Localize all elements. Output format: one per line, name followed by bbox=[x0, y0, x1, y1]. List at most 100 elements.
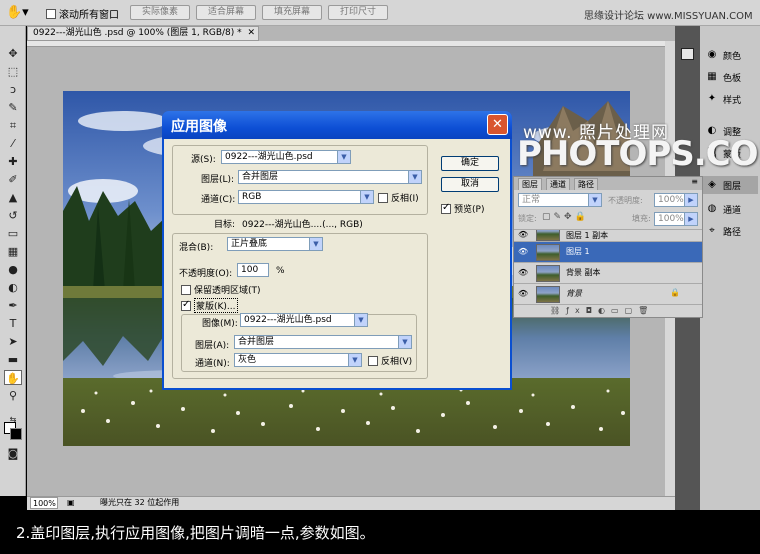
chevron-down-icon: ▼ bbox=[348, 354, 361, 366]
layer-row[interactable]: 👁 背景 🔒 bbox=[514, 283, 702, 304]
mask-layer-select[interactable]: 合并图层 ▼ bbox=[234, 335, 412, 349]
visibility-icon[interactable]: 👁 bbox=[518, 247, 528, 256]
mask-invert-option[interactable]: 反相(V) bbox=[368, 354, 412, 367]
layer-opacity-value: 100% bbox=[658, 195, 684, 205]
quick-select-tool-icon[interactable]: ✎ bbox=[4, 100, 22, 115]
layer-value: 合并图层 bbox=[242, 172, 279, 182]
mask-option[interactable]: 蒙版(K)... bbox=[181, 298, 238, 313]
ok-button[interactable]: 确定 bbox=[441, 156, 499, 171]
mask-checkbox[interactable] bbox=[181, 299, 191, 311]
layer-select[interactable]: 合并图层 ▼ bbox=[238, 170, 422, 184]
eraser-tool-icon[interactable]: ▭ bbox=[4, 226, 22, 241]
mask-channel-value: 灰色 bbox=[238, 355, 257, 365]
channel-select[interactable]: RGB ▼ bbox=[238, 190, 374, 204]
stamp-tool-icon[interactable]: ▲ bbox=[4, 190, 22, 205]
shape-tool-icon[interactable]: ▬ bbox=[4, 352, 22, 367]
panel-menu-icon[interactable]: ≡ bbox=[691, 177, 698, 186]
chevron-down-icon: ▼ bbox=[309, 238, 322, 250]
invert-option[interactable]: 反相(I) bbox=[378, 191, 419, 204]
invert-checkbox[interactable] bbox=[378, 192, 388, 203]
document-tab[interactable]: 0922---湖光山色 .psd @ 100% (图层 1, RGB/8) * … bbox=[27, 26, 259, 41]
crop-tool-icon[interactable]: ⌗ bbox=[4, 118, 22, 133]
hand-tool-icon-active[interactable]: ✋ bbox=[4, 370, 22, 385]
cancel-button[interactable]: 取消 bbox=[441, 177, 499, 192]
panel-swatches-label: 色板 bbox=[723, 73, 742, 84]
right-panel-dock: ◉ 颜色 ▦ 色板 ✦ 样式 ◐ 调整 ◙ 蒙版 ◈ 图层 ◍ 通道 ⌖ 路径 bbox=[700, 26, 760, 510]
panel-color-label: 颜色 bbox=[723, 51, 742, 62]
swatches-icon: ▦ bbox=[707, 71, 717, 82]
preview-option[interactable]: 预览(P) bbox=[441, 202, 484, 215]
layer-name: 背景 bbox=[566, 289, 582, 298]
lasso-tool-icon[interactable]: ↄ bbox=[4, 82, 22, 97]
panel-channels[interactable]: ◍ 通道 bbox=[706, 200, 741, 218]
layer-thumbnail bbox=[536, 265, 560, 282]
close-document-icon[interactable]: ✕ bbox=[247, 27, 255, 40]
source-select[interactable]: 0922---湖光山色.psd ▼ bbox=[221, 150, 351, 164]
mask-image-select[interactable]: 0922---湖光山色.psd ▼ bbox=[240, 313, 368, 327]
preview-checkbox[interactable] bbox=[441, 202, 451, 214]
healing-tool-icon[interactable]: ✚ bbox=[4, 154, 22, 169]
gradient-tool-icon[interactable]: ▦ bbox=[4, 244, 22, 259]
panel-layers[interactable]: ◈ 图层 bbox=[702, 176, 758, 194]
layer-opacity-input[interactable]: 100% ▶ bbox=[654, 193, 698, 207]
caption-bar: 2.盖印图层,执行应用图像,把图片调暗一点,参数如图。 bbox=[0, 510, 760, 554]
background-color-swatch[interactable] bbox=[10, 428, 22, 440]
scroll-all-checkbox-box[interactable] bbox=[46, 8, 56, 19]
tab-paths[interactable]: 路径 bbox=[574, 178, 598, 190]
panel-icon-history[interactable] bbox=[681, 48, 694, 60]
panel-paths[interactable]: ⌖ 路径 bbox=[706, 222, 741, 240]
layer-fill-input[interactable]: 100% ▶ bbox=[654, 212, 698, 226]
mask-image-value: 0922---湖光山色.psd bbox=[244, 315, 332, 325]
move-tool-icon[interactable]: ✥ bbox=[4, 46, 22, 61]
channel-value: RGB bbox=[242, 192, 262, 202]
blending-label: 混合(B): bbox=[179, 243, 214, 253]
mask-invert-checkbox[interactable] bbox=[368, 355, 378, 366]
layers-footer-icons[interactable]: ⛓ƒx◘◐▭▢🗑 bbox=[514, 304, 702, 317]
layer-name: 图层 1 副本 bbox=[566, 231, 609, 240]
lock-icons[interactable]: ▢✎✥🔒 bbox=[542, 212, 589, 222]
panel-color[interactable]: ◉ 颜色 bbox=[706, 46, 741, 64]
opacity-input[interactable]: 100 bbox=[237, 263, 269, 277]
layer-row-selected[interactable]: 👁 图层 1 bbox=[514, 241, 702, 262]
chevron-right-icon: ▶ bbox=[684, 213, 697, 225]
actual-pixels-button[interactable]: 实际像素 bbox=[130, 5, 190, 20]
zoom-tool-icon[interactable]: ⚲ bbox=[4, 388, 22, 403]
panel-swatches[interactable]: ▦ 色板 bbox=[706, 68, 741, 86]
visibility-icon[interactable]: 👁 bbox=[518, 268, 528, 277]
tab-channels[interactable]: 通道 bbox=[546, 178, 570, 190]
status-info-icon[interactable]: ▣ bbox=[67, 497, 75, 509]
panel-channels-label: 通道 bbox=[723, 205, 742, 216]
panel-styles[interactable]: ✦ 样式 bbox=[706, 90, 741, 108]
preserve-transparency-option[interactable]: 保留透明区域(T) bbox=[181, 283, 261, 296]
brush-tool-icon[interactable]: ✐ bbox=[4, 172, 22, 187]
blur-tool-icon[interactable]: ● bbox=[4, 262, 22, 277]
marquee-tool-icon[interactable]: ⬚ bbox=[4, 64, 22, 79]
history-brush-icon[interactable]: ↺ bbox=[4, 208, 22, 223]
blend-mode-select[interactable]: 正常 ▼ bbox=[518, 193, 602, 207]
panel-styles-label: 样式 bbox=[723, 95, 742, 106]
path-select-tool-icon[interactable]: ➤ bbox=[4, 334, 22, 349]
fill-screen-button[interactable]: 填充屏幕 bbox=[262, 5, 322, 20]
visibility-icon[interactable]: 👁 bbox=[518, 230, 528, 239]
fit-screen-button[interactable]: 适合屏幕 bbox=[196, 5, 256, 20]
eyedropper-tool-icon[interactable]: ⁄ bbox=[4, 136, 22, 151]
layer-row[interactable]: 👁 背景 副本 bbox=[514, 262, 702, 283]
pen-tool-icon[interactable]: ✒ bbox=[4, 298, 22, 313]
layer-row[interactable]: 👁 图层 1 副本 bbox=[514, 229, 702, 241]
type-tool-icon[interactable]: T bbox=[4, 316, 22, 331]
hand-tool-icon[interactable]: ✋▾ bbox=[6, 4, 32, 22]
mask-channel-select[interactable]: 灰色 ▼ bbox=[234, 353, 362, 367]
blending-select[interactable]: 正片叠底 ▼ bbox=[227, 237, 323, 251]
scroll-all-windows-checkbox[interactable]: 滚动所有窗口 bbox=[46, 6, 119, 21]
preserve-transparency-checkbox[interactable] bbox=[181, 284, 191, 295]
tab-layers[interactable]: 图层 bbox=[518, 178, 542, 190]
print-size-button[interactable]: 打印尺寸 bbox=[328, 5, 388, 20]
close-icon[interactable]: ✕ bbox=[487, 114, 508, 135]
quick-mask-icon[interactable]: ◙ bbox=[4, 446, 22, 461]
mask-layer-value: 合并图层 bbox=[238, 337, 275, 347]
zoom-level[interactable]: 100% bbox=[30, 497, 58, 509]
site-brand: 思缘设计论坛 www.MISSYUAN.COM bbox=[584, 11, 753, 22]
layer-thumbnail bbox=[536, 286, 560, 303]
dodge-tool-icon[interactable]: ◐ bbox=[4, 280, 22, 295]
visibility-icon[interactable]: 👁 bbox=[518, 289, 528, 298]
